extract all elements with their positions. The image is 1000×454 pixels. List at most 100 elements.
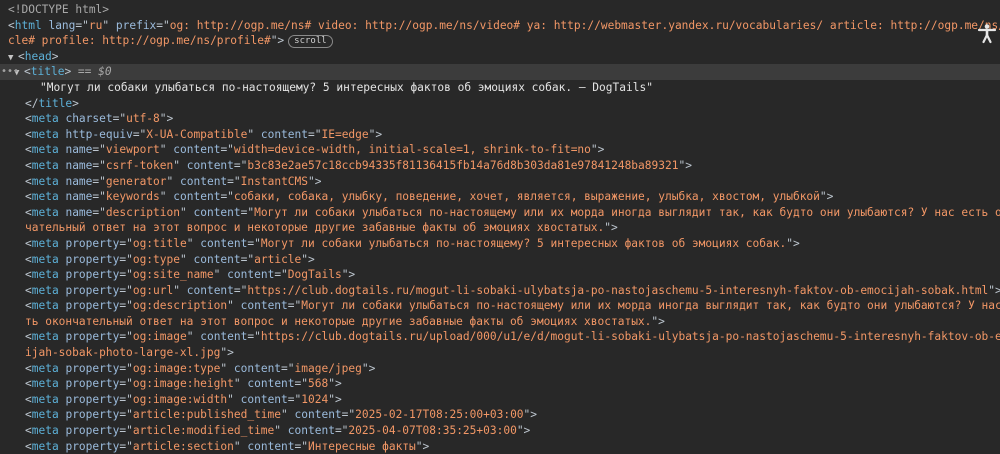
code-token-attr: property bbox=[65, 408, 120, 422]
dom-tree-line[interactable]: <html lang="ru" prefix="og: http://ogp.m… bbox=[0, 18, 1000, 34]
dom-tree-line[interactable]: <meta http-equiv="X-UA-Compatible" conte… bbox=[0, 127, 1000, 143]
code-token-punc: =" bbox=[240, 205, 255, 219]
code-token-punc: "> bbox=[678, 158, 692, 172]
code-token-attr: content bbox=[193, 205, 241, 219]
code-token-attr: content bbox=[227, 268, 275, 282]
dom-tree-line[interactable]: <meta name="keywords" content="собаки, с… bbox=[0, 189, 1000, 205]
code-token-tag: head bbox=[24, 49, 52, 63]
code-token-val: DogTails bbox=[287, 268, 342, 282]
code-token-val: b3c83e2ae57c18ccb94335f81136415fb14a76d8… bbox=[247, 158, 679, 172]
dom-tree-line[interactable]: <meta property="og:site_name" content="D… bbox=[0, 267, 1000, 283]
dom-tree-line[interactable]: <meta name="description" content="Могут … bbox=[0, 205, 1000, 221]
code-token-punc: =" bbox=[334, 424, 349, 438]
code-token-attr: content bbox=[186, 283, 234, 297]
dom-tree-line[interactable]: <meta name="viewport" content="width=dev… bbox=[0, 142, 1000, 158]
dom-tree-line[interactable]: </title> bbox=[0, 96, 1000, 112]
dom-tree-line[interactable]: ijah-sobak-photo-large-xl.jpg"> bbox=[0, 345, 1000, 361]
dom-tree-line[interactable]: <!DOCTYPE html> bbox=[0, 2, 1000, 18]
code-token-punc: =" bbox=[119, 330, 133, 344]
code-token-punc: " bbox=[227, 299, 234, 313]
dom-tree-line[interactable]: <meta property="og:image" content="https… bbox=[0, 329, 1000, 345]
code-token-val: width=device-width, initial-scale=1, shr… bbox=[233, 143, 591, 157]
code-token-punc: < bbox=[25, 127, 32, 141]
dom-tree-line[interactable]: "Могут ли собаки улыбаться по-настоящему… bbox=[0, 80, 1000, 96]
code-token-val: ть окончательный ответ на этот вопрос и … bbox=[25, 314, 652, 328]
code-token-punc: =" bbox=[92, 143, 106, 157]
dom-tree-line[interactable]: чательный ответ на этот вопрос и некотор… bbox=[0, 220, 1000, 236]
dom-tree-line[interactable]: <meta property="og:image:type" content="… bbox=[0, 361, 1000, 377]
code-token-punc: =" bbox=[119, 299, 133, 313]
code-token-val: 1024 bbox=[301, 392, 329, 406]
dom-tree-line[interactable]: ▼ <head> bbox=[0, 49, 1000, 65]
code-token-val: og:description bbox=[132, 299, 228, 313]
code-token-tag: html bbox=[14, 18, 42, 32]
scroll-badge[interactable]: scroll bbox=[288, 35, 333, 49]
code-token-tag: meta bbox=[31, 127, 59, 141]
code-token-punc: " bbox=[281, 408, 288, 422]
code-token-punc: < bbox=[24, 65, 31, 79]
code-token-punc: " bbox=[227, 392, 234, 406]
code-token-punc: < bbox=[25, 424, 32, 438]
code-token-punc: =" bbox=[92, 158, 106, 172]
dom-tree-line[interactable]: <meta property="og:description" content=… bbox=[0, 298, 1000, 314]
code-token-punc: " bbox=[159, 190, 167, 204]
code-token-attr: content bbox=[247, 377, 295, 391]
code-token-punc: "> bbox=[651, 314, 665, 328]
code-token-punc: =" bbox=[220, 143, 234, 157]
code-token-val: og:type bbox=[132, 252, 180, 266]
code-token-val: X-UA-Compatible bbox=[146, 127, 248, 141]
dom-tree-line[interactable]: <meta name="csrf-token" content="b3c83e2… bbox=[0, 158, 1000, 174]
dom-tree-line[interactable]: <meta property="og:url" content="https:/… bbox=[0, 283, 1000, 299]
code-token-punc: < bbox=[25, 268, 32, 282]
code-token-punc: "> bbox=[308, 174, 322, 188]
code-token-punc: =" bbox=[240, 252, 255, 266]
dom-tree-line[interactable]: ть окончательный ответ на этот вопрос и … bbox=[0, 314, 1000, 330]
code-token-val: article:published_time bbox=[132, 408, 282, 422]
code-token-val: ru bbox=[88, 18, 103, 32]
code-token-punc: =" bbox=[247, 330, 261, 344]
code-token-punc: =" bbox=[341, 408, 356, 422]
code-token-punc: =" bbox=[274, 268, 288, 282]
code-token-attr: content bbox=[240, 392, 288, 406]
code-token-val: IE=edge bbox=[321, 127, 369, 141]
code-token-val: Могут ли собаки улыбаться по-настоящему … bbox=[254, 205, 1000, 219]
dom-tree-line[interactable]: <meta charset="utf-8"> bbox=[0, 111, 1000, 127]
code-token-punc: =" bbox=[92, 205, 106, 219]
code-token-punc: =" bbox=[119, 408, 133, 422]
code-token-punc: < bbox=[25, 330, 32, 344]
expand-arrow-icon[interactable]: ▼ bbox=[8, 51, 18, 65]
dom-tree-line[interactable]: <meta property="article:section" content… bbox=[0, 439, 1000, 454]
code-token-attr: property bbox=[65, 424, 120, 438]
code-token-punc: < bbox=[25, 408, 32, 422]
code-token-punc: =" bbox=[220, 190, 234, 204]
code-token-attr: property bbox=[65, 330, 120, 344]
accessibility-icon[interactable] bbox=[976, 22, 998, 44]
dom-tree-line[interactable]: ••• ▼ <title> == $0 bbox=[0, 64, 1000, 80]
code-token-punc: =" bbox=[233, 283, 248, 297]
dom-tree-line[interactable]: <meta name="generator" content="InstantC… bbox=[0, 174, 1000, 190]
code-token-attr: property bbox=[65, 283, 120, 297]
code-token-punc: =" bbox=[112, 112, 127, 126]
code-token-punc: "> bbox=[988, 283, 1000, 297]
dom-tree-line[interactable]: <meta property="og:title" content="Могут… bbox=[0, 236, 1000, 252]
code-token-val: image/jpeg bbox=[294, 361, 362, 375]
code-token-tag: meta bbox=[31, 361, 59, 375]
code-token-tag: meta bbox=[31, 330, 59, 344]
dom-tree-line[interactable]: <meta property="og:image:height" content… bbox=[0, 376, 1000, 392]
dom-tree-line[interactable]: <meta property="article:published_time" … bbox=[0, 407, 1000, 423]
dom-tree-line[interactable]: cle# profile: http://ogp.me/ns/profile#"… bbox=[0, 33, 1000, 49]
code-token-punc: "> bbox=[523, 408, 538, 422]
code-token-attr: content bbox=[186, 158, 234, 172]
dom-tree-line[interactable]: <meta property="article:modified_time" c… bbox=[0, 423, 1000, 439]
dom-tree-line[interactable]: <meta property="og:type" content="articl… bbox=[0, 252, 1000, 268]
code-token-tag: meta bbox=[31, 174, 59, 188]
dom-tree-line[interactable]: <meta property="og:image:width" content=… bbox=[0, 392, 1000, 408]
code-token-val: InstantCMS bbox=[240, 174, 309, 188]
code-token-attr: name bbox=[65, 205, 93, 219]
more-actions-icon[interactable]: ••• bbox=[1, 64, 19, 80]
code-token-tag: title bbox=[30, 65, 65, 79]
code-token-attr: name bbox=[65, 158, 93, 172]
